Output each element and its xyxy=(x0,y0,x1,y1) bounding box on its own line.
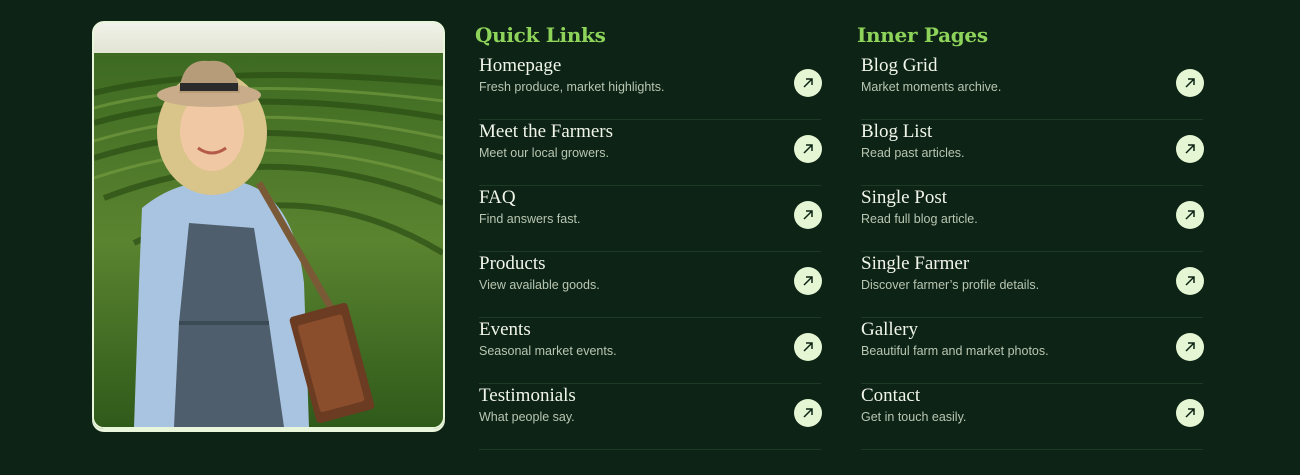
link-title: Single Post xyxy=(861,187,948,208)
quick-link-faq[interactable]: FAQ Find answers fast. xyxy=(479,187,822,252)
link-title: Products xyxy=(479,253,546,274)
link-description: Beautiful farm and market photos. xyxy=(861,344,1049,358)
arrow-up-right-icon[interactable] xyxy=(1176,69,1204,97)
link-description: Market moments archive. xyxy=(861,80,1002,94)
link-title: Testimonials xyxy=(479,385,576,406)
inner-page-blog-grid[interactable]: Blog Grid Market moments archive. xyxy=(861,55,1204,120)
inner-page-gallery[interactable]: Gallery Beautiful farm and market photos… xyxy=(861,319,1204,384)
link-description: Read full blog article. xyxy=(861,212,978,226)
arrow-up-right-icon[interactable] xyxy=(1176,135,1204,163)
arrow-up-right-icon[interactable] xyxy=(794,333,822,361)
link-description: Fresh produce, market highlights. xyxy=(479,80,665,94)
link-title: FAQ xyxy=(479,187,516,208)
quick-link-homepage[interactable]: Homepage Fresh produce, market highlight… xyxy=(479,55,822,120)
quick-links-column: Quick Links Homepage Fresh produce, mark… xyxy=(475,22,822,451)
arrow-up-right-icon[interactable] xyxy=(1176,267,1204,295)
link-description: Find answers fast. xyxy=(479,212,581,226)
quick-link-events[interactable]: Events Seasonal market events. xyxy=(479,319,822,384)
link-title: Gallery xyxy=(861,319,918,340)
link-title: Single Farmer xyxy=(861,253,970,274)
farmer-illustration xyxy=(94,23,443,427)
quick-link-meet-the-farmers[interactable]: Meet the Farmers Meet our local growers. xyxy=(479,121,822,186)
inner-page-contact[interactable]: Contact Get in touch easily. xyxy=(861,385,1204,450)
link-description: View available goods. xyxy=(479,278,600,292)
arrow-up-right-icon[interactable] xyxy=(794,267,822,295)
arrow-up-right-icon[interactable] xyxy=(794,135,822,163)
arrow-up-right-icon[interactable] xyxy=(1176,201,1204,229)
farmer-photo xyxy=(92,21,445,429)
quick-links-heading: Quick Links xyxy=(475,23,606,47)
link-description: Discover farmer’s profile details. xyxy=(861,278,1040,292)
arrow-up-right-icon[interactable] xyxy=(1176,333,1204,361)
link-title: Blog List xyxy=(861,121,933,142)
arrow-up-right-icon[interactable] xyxy=(794,201,822,229)
inner-page-single-farmer[interactable]: Single Farmer Discover farmer’s profile … xyxy=(861,253,1204,318)
link-description: Read past articles. xyxy=(861,146,965,160)
arrow-up-right-icon[interactable] xyxy=(1176,399,1204,427)
link-description: What people say. xyxy=(479,410,575,424)
inner-pages-column: Inner Pages Blog Grid Market moments arc… xyxy=(857,22,1204,451)
link-title: Homepage xyxy=(479,55,562,76)
link-title: Blog Grid xyxy=(861,55,938,76)
arrow-up-right-icon[interactable] xyxy=(794,69,822,97)
inner-pages-heading: Inner Pages xyxy=(857,23,988,47)
inner-page-single-post[interactable]: Single Post Read full blog article. xyxy=(861,187,1204,252)
arrow-up-right-icon[interactable] xyxy=(794,399,822,427)
link-description: Seasonal market events. xyxy=(479,344,617,358)
link-title: Events xyxy=(479,319,531,340)
inner-page-blog-list[interactable]: Blog List Read past articles. xyxy=(861,121,1204,186)
quick-link-testimonials[interactable]: Testimonials What people say. xyxy=(479,385,822,450)
quick-link-products[interactable]: Products View available goods. xyxy=(479,253,822,318)
link-description: Get in touch easily. xyxy=(861,410,967,424)
link-description: Meet our local growers. xyxy=(479,146,609,160)
link-title: Contact xyxy=(861,385,921,406)
link-title: Meet the Farmers xyxy=(479,121,614,142)
